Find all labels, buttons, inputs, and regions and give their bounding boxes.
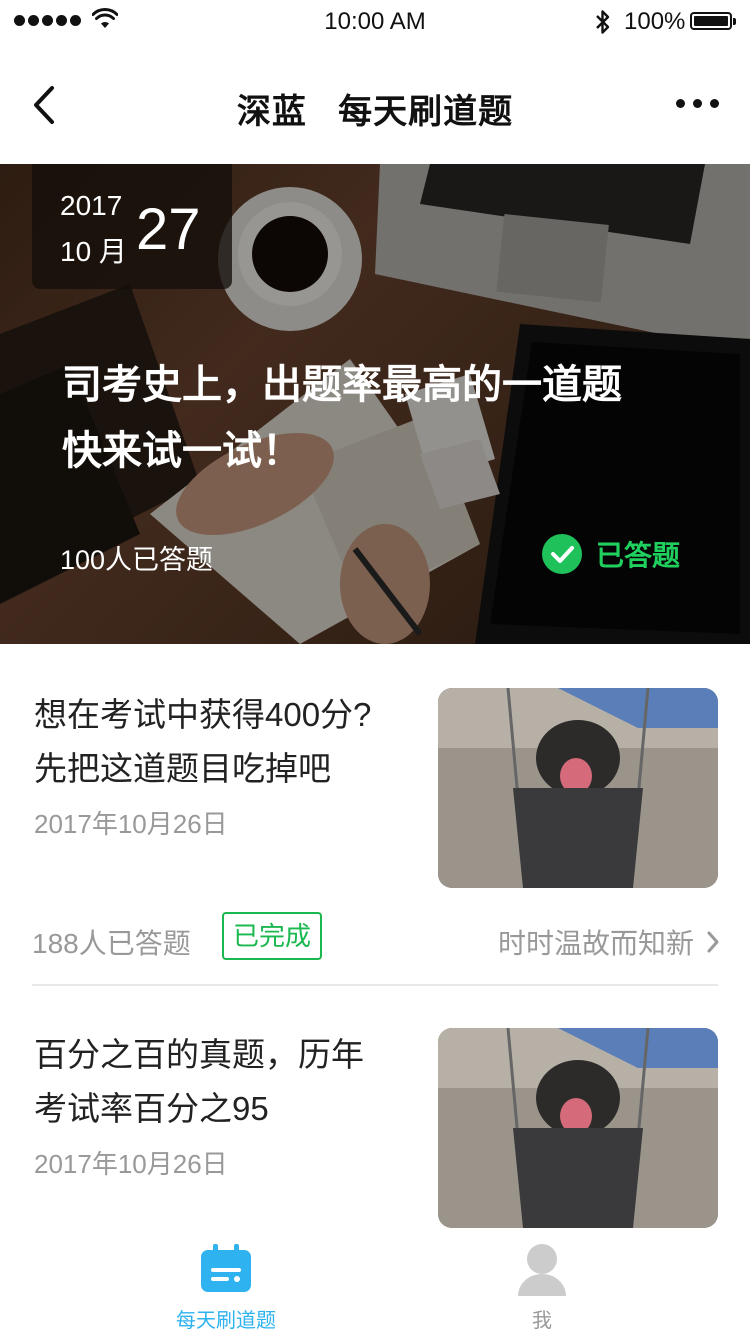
bluetooth-icon xyxy=(596,10,610,34)
answered-count: 100人已答题 xyxy=(60,545,214,575)
question-date: 2017年10月26日 xyxy=(34,1149,228,1179)
tab-daily-question[interactable]: 每天刷道题 xyxy=(126,1230,326,1334)
status-bar: 10:00 AM 100% xyxy=(0,0,750,44)
answered-status: 已答题 xyxy=(542,534,680,574)
question-title: 想在考试中获得400分? 先把这道题目吃掉吧 xyxy=(34,696,372,787)
battery-icon xyxy=(690,12,736,30)
question-card[interactable]: 百分之百的真题，历年 考试率百分之95 2017年10月26日 xyxy=(0,1028,750,1228)
chevron-right-icon xyxy=(707,931,719,953)
featured-question-title: 司考史上，出题率最高的一道题 快来试一试！ xyxy=(62,363,622,473)
date-badge: 2017 10 月 27 xyxy=(32,164,232,289)
question-thumbnail xyxy=(438,688,718,888)
more-options-button[interactable] xyxy=(676,99,719,108)
featured-question-banner[interactable]: 2017 10 月 27 司考史上，出题率最高的一道题 快来试一试！ 100人已… xyxy=(0,164,750,644)
page-title: 深蓝 每天刷道题 xyxy=(236,93,514,131)
calendar-icon xyxy=(201,1244,251,1292)
date-year: 2017 xyxy=(60,190,123,221)
nav-bar: 深蓝 每天刷道题 xyxy=(0,44,750,164)
answered-count: 188人已答题 xyxy=(32,928,191,959)
tab-label: 每天刷道题 xyxy=(176,1310,276,1332)
check-circle-icon xyxy=(542,534,582,574)
tab-me[interactable]: 我 xyxy=(442,1230,642,1334)
tab-label: 我 xyxy=(532,1310,552,1332)
question-date: 2017年10月26日 xyxy=(34,809,228,839)
date-day: 27 xyxy=(136,197,201,262)
review-link[interactable]: 时时温故而知新 xyxy=(498,922,720,962)
battery-percent: 100% xyxy=(624,8,686,35)
user-icon xyxy=(518,1244,566,1296)
divider xyxy=(32,984,718,986)
question-title: 百分之百的真题，历年 考试率百分之95 xyxy=(34,1036,364,1127)
question-thumbnail xyxy=(438,1028,718,1228)
completed-badge: 已完成 xyxy=(222,912,322,960)
question-card[interactable]: 想在考试中获得400分? 先把这道题目吃掉吧 2017年10月26日 188人已… xyxy=(0,688,750,988)
tab-bar: 每天刷道题 我 xyxy=(0,1230,750,1334)
date-month: 10 月 xyxy=(60,236,127,267)
